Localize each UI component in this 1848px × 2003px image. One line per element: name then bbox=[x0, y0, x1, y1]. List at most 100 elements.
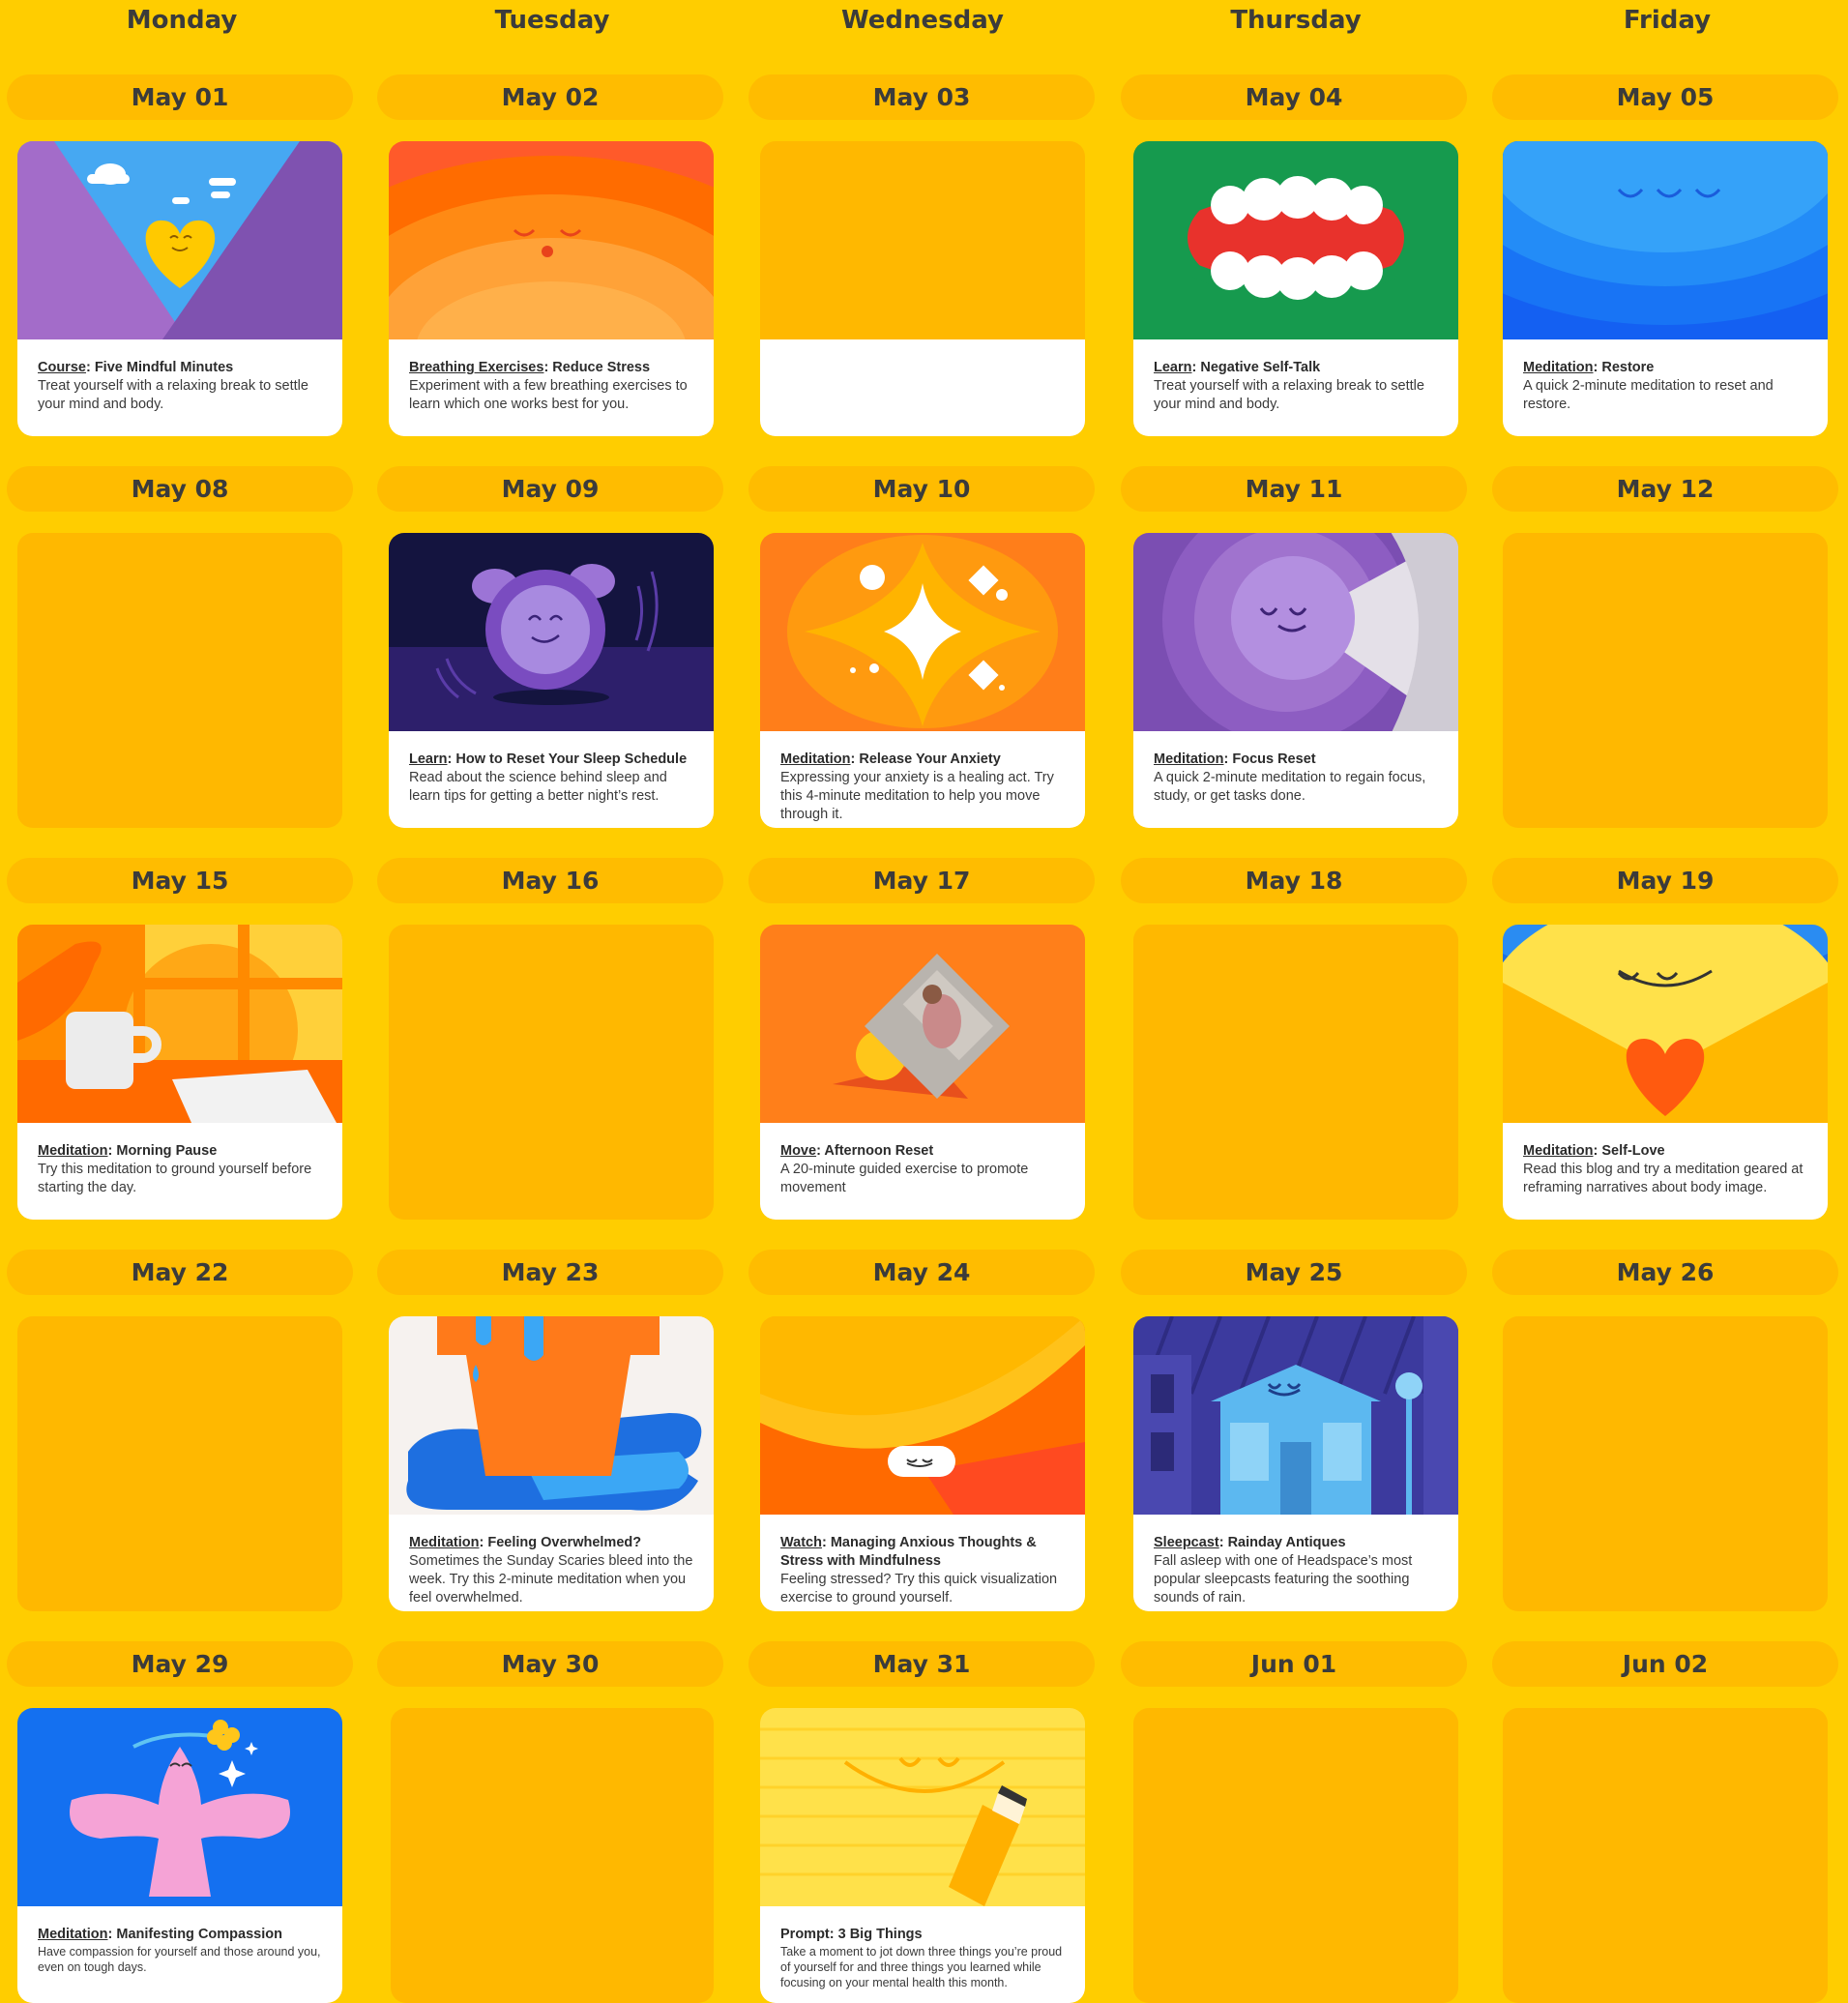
sunset-face-illustration bbox=[389, 141, 714, 339]
activity-card-may31[interactable]: Prompt: 3 Big Things Take a moment to jo… bbox=[760, 1708, 1085, 2003]
card-category-link[interactable]: Breathing Exercises bbox=[409, 360, 543, 375]
empty-card-footer bbox=[760, 339, 1085, 436]
date-pill: May 19 bbox=[1492, 858, 1838, 903]
date-pill: May 16 bbox=[377, 858, 723, 903]
date-pill: May 08 bbox=[7, 466, 353, 512]
card-category-link[interactable]: Meditation bbox=[38, 1927, 108, 1942]
notepad-pencil-illustration bbox=[760, 1708, 1085, 1906]
card-title: Meditation: Feeling Overwhelmed? bbox=[409, 1535, 642, 1550]
card-title: Meditation: Release Your Anxiety bbox=[780, 751, 1001, 767]
date-pill: May 18 bbox=[1121, 858, 1467, 903]
date-pill: May 22 bbox=[7, 1250, 353, 1295]
card-title: Learn: Negative Self-Talk bbox=[1154, 360, 1321, 375]
card-category-link[interactable]: Course bbox=[38, 360, 86, 375]
date-pill: May 10 bbox=[748, 466, 1095, 512]
date-pill: May 30 bbox=[377, 1641, 723, 1687]
card-description: Take a moment to jot down three things y… bbox=[780, 1945, 1063, 1989]
date-pill: May 03 bbox=[748, 74, 1095, 120]
blue-waves-face-illustration bbox=[1503, 141, 1828, 339]
activity-card-may02[interactable]: Breathing Exercises: Reduce Stress Exper… bbox=[389, 141, 714, 436]
weekday-friday: Friday bbox=[1623, 6, 1712, 35]
activity-card-may01[interactable]: Course: Five Mindful Minutes Treat yours… bbox=[17, 141, 342, 436]
empty-card-jun01 bbox=[1133, 1708, 1458, 2003]
weekday-wednesday: Wednesday bbox=[841, 6, 1004, 35]
card-title: Meditation: Restore bbox=[1523, 360, 1655, 375]
card-description: Expressing your anxiety is a healing act… bbox=[780, 770, 1054, 822]
activity-card-may24[interactable]: Watch: Managing Anxious Thoughts & Stres… bbox=[760, 1316, 1085, 1611]
card-category-link[interactable]: Meditation bbox=[38, 1143, 108, 1159]
date-pill: May 26 bbox=[1492, 1250, 1838, 1295]
date-pill: Jun 01 bbox=[1121, 1641, 1467, 1687]
card-category-link[interactable]: Watch bbox=[780, 1535, 822, 1550]
weekday-tuesday: Tuesday bbox=[494, 6, 610, 35]
focus-light-illustration bbox=[1133, 533, 1458, 731]
card-description: A 20-minute guided exercise to promote m… bbox=[780, 1162, 1029, 1195]
card-description: Have compassion for yourself and those a… bbox=[38, 1945, 321, 1974]
mountain-heart-illustration bbox=[17, 141, 342, 339]
weekday-monday: Monday bbox=[126, 6, 238, 35]
card-category-link[interactable]: Learn bbox=[1154, 360, 1192, 375]
card-description: Try this meditation to ground yourself b… bbox=[38, 1162, 312, 1195]
activity-card-may17[interactable]: Move: Afternoon Reset A 20-minute guided… bbox=[760, 925, 1085, 1220]
weekday-thursday: Thursday bbox=[1230, 6, 1362, 35]
empty-card-may12 bbox=[1503, 533, 1828, 828]
card-category-link[interactable]: Meditation bbox=[1523, 1143, 1594, 1159]
empty-card-may08 bbox=[17, 533, 342, 828]
exercise-photo-illustration bbox=[760, 925, 1085, 1123]
card-title: Watch: Managing Anxious Thoughts & Stres… bbox=[780, 1535, 1037, 1569]
date-pill: May 23 bbox=[377, 1250, 723, 1295]
empty-card-may16 bbox=[389, 925, 714, 1220]
date-pill: May 12 bbox=[1492, 466, 1838, 512]
card-category-link[interactable]: Sleepcast bbox=[1154, 1535, 1219, 1550]
overflowing-pot-illustration bbox=[389, 1316, 714, 1515]
card-category-link[interactable]: Meditation bbox=[409, 1535, 480, 1550]
card-description: Read about the science behind sleep and … bbox=[409, 770, 667, 804]
rainy-antique-shop-illustration bbox=[1133, 1316, 1458, 1515]
empty-card-may18 bbox=[1133, 925, 1458, 1220]
date-pill: May 01 bbox=[7, 74, 353, 120]
activity-card-may11[interactable]: Meditation: Focus Reset A quick 2-minute… bbox=[1133, 533, 1458, 828]
card-description: Read this blog and try a meditation gear… bbox=[1523, 1162, 1804, 1195]
sparkle-illustration bbox=[760, 533, 1085, 731]
date-pill: May 17 bbox=[748, 858, 1095, 903]
card-category-link[interactable]: Move bbox=[780, 1143, 816, 1159]
card-category-link[interactable]: Learn bbox=[409, 751, 448, 767]
date-pill: May 02 bbox=[377, 74, 723, 120]
card-title: Meditation: Manifesting Compassion bbox=[38, 1927, 282, 1942]
card-title: Meditation: Focus Reset bbox=[1154, 751, 1316, 767]
card-description: Treat yourself with a relaxing break to … bbox=[38, 378, 308, 412]
card-category-link[interactable]: Meditation bbox=[1154, 751, 1224, 767]
card-title: Breathing Exercises: Reduce Stress bbox=[409, 360, 651, 375]
card-description: Feeling stressed? Try this quick visuali… bbox=[780, 1572, 1058, 1605]
video-thumbnail-illustration bbox=[760, 1316, 1085, 1515]
empty-card-jun02 bbox=[1503, 1708, 1828, 2003]
activity-card-may10[interactable]: Meditation: Release Your Anxiety Express… bbox=[760, 533, 1085, 828]
card-title: Meditation: Morning Pause bbox=[38, 1143, 218, 1159]
card-title: Meditation: Self-Love bbox=[1523, 1143, 1665, 1159]
activity-card-may09[interactable]: Learn: How to Reset Your Sleep Schedule … bbox=[389, 533, 714, 828]
card-title: Learn: How to Reset Your Sleep Schedule bbox=[409, 751, 688, 767]
date-pill: May 09 bbox=[377, 466, 723, 512]
card-description: A quick 2-minute meditation to regain fo… bbox=[1154, 770, 1426, 804]
date-pill: Jun 02 bbox=[1492, 1641, 1838, 1687]
date-pill: May 05 bbox=[1492, 74, 1838, 120]
activity-card-may05[interactable]: Meditation: Restore A quick 2-minute med… bbox=[1503, 141, 1828, 436]
activity-card-may23[interactable]: Meditation: Feeling Overwhelmed? Sometim… bbox=[389, 1316, 714, 1611]
alarm-clock-illustration bbox=[389, 533, 714, 731]
activity-card-may19[interactable]: Meditation: Self-Love Read this blog and… bbox=[1503, 925, 1828, 1220]
card-category-link[interactable]: Meditation bbox=[780, 751, 851, 767]
empty-card-may22 bbox=[17, 1316, 342, 1611]
date-pill: May 25 bbox=[1121, 1250, 1467, 1295]
card-description: Sometimes the Sunday Scaries bleed into … bbox=[409, 1553, 693, 1605]
date-pill: May 29 bbox=[7, 1641, 353, 1687]
activity-card-may25[interactable]: Sleepcast: Rainday Antiques Fall asleep … bbox=[1133, 1316, 1458, 1611]
empty-card-may03 bbox=[760, 141, 1085, 436]
card-category-link[interactable]: Meditation bbox=[1523, 360, 1594, 375]
card-description: A quick 2-minute meditation to reset and… bbox=[1523, 378, 1774, 412]
activity-card-may04[interactable]: Learn: Negative Self-Talk Treat yourself… bbox=[1133, 141, 1458, 436]
self-love-heart-illustration bbox=[1503, 925, 1828, 1123]
card-title: Sleepcast: Rainday Antiques bbox=[1154, 1535, 1346, 1550]
activity-card-may29[interactable]: Meditation: Manifesting Compassion Have … bbox=[17, 1708, 342, 2003]
card-description: Experiment with a few breathing exercise… bbox=[409, 378, 688, 412]
activity-card-may15[interactable]: Meditation: Morning Pause Try this medit… bbox=[17, 925, 342, 1220]
